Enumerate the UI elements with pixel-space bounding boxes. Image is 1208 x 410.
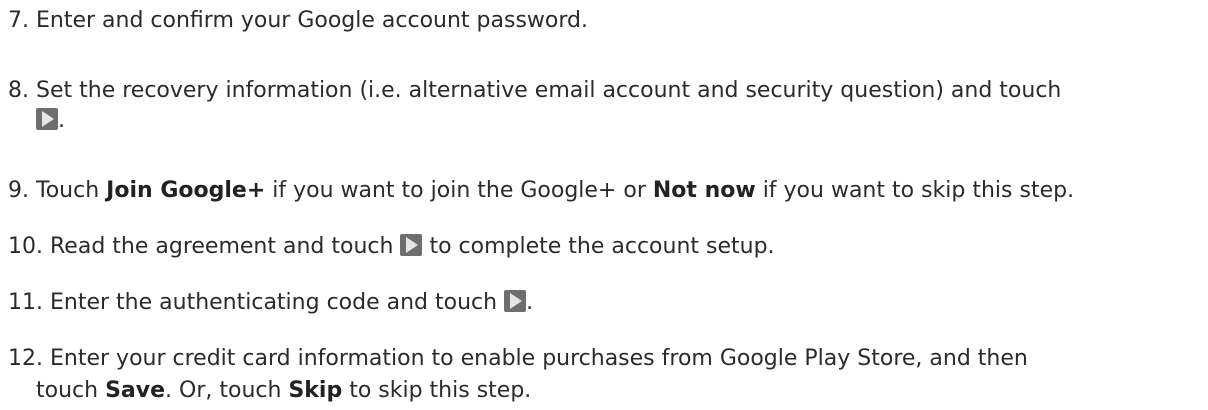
save-label: Save <box>105 378 166 403</box>
step-10: 10. Read the agreement and touch to comp… <box>8 232 775 262</box>
step-text: Enter and confirm your Google account pa… <box>36 8 588 33</box>
step-text-end: . <box>526 290 534 315</box>
next-arrow-icon <box>400 234 423 256</box>
step-text: touch <box>36 378 99 403</box>
step-12: 12. Enter your credit card information t… <box>8 344 1028 374</box>
step-8: 8. Set the recovery information (i.e. al… <box>8 76 1061 106</box>
next-arrow-icon <box>504 290 527 312</box>
step-text: if you want to join the Google+ or <box>272 178 646 203</box>
join-google-plus-label: Join Google+ <box>106 178 266 203</box>
step-11: 11. Enter the authenticating code and to… <box>8 288 533 318</box>
step-text: to skip this step. <box>349 378 532 403</box>
next-arrow-icon <box>36 108 58 130</box>
instruction-list: 7. Enter and confirm your Google account… <box>0 0 1208 410</box>
step-number: 9. <box>8 178 29 203</box>
step-number: 8. <box>8 78 29 103</box>
step-number: 11. <box>8 290 43 315</box>
skip-label: Skip <box>288 378 343 403</box>
step-text: Set the recovery information (i.e. alter… <box>36 78 1062 103</box>
step-text-end: . <box>58 108 65 133</box>
step-text: if you want to skip this step. <box>762 178 1075 203</box>
step-text: Enter the authenticating code and touch <box>50 290 498 315</box>
step-8-continuation: . <box>36 106 65 136</box>
step-number: 10. <box>8 234 43 259</box>
not-now-label: Not now <box>652 178 756 203</box>
step-text: . Or, touch <box>165 378 282 403</box>
step-7: 7. Enter and confirm your Google account… <box>8 6 588 36</box>
step-text: Touch <box>36 178 100 203</box>
step-12-continuation: touch Save. Or, touch Skip to skip this … <box>36 376 531 406</box>
step-text: to complete the account setup. <box>429 234 775 259</box>
step-9: 9. Touch Join Google+ if you want to joi… <box>8 176 1074 206</box>
step-text: Enter your credit card information to en… <box>50 346 1028 371</box>
step-number: 12. <box>8 346 43 371</box>
step-text: Read the agreement and touch <box>50 234 394 259</box>
step-number: 7. <box>8 8 29 33</box>
